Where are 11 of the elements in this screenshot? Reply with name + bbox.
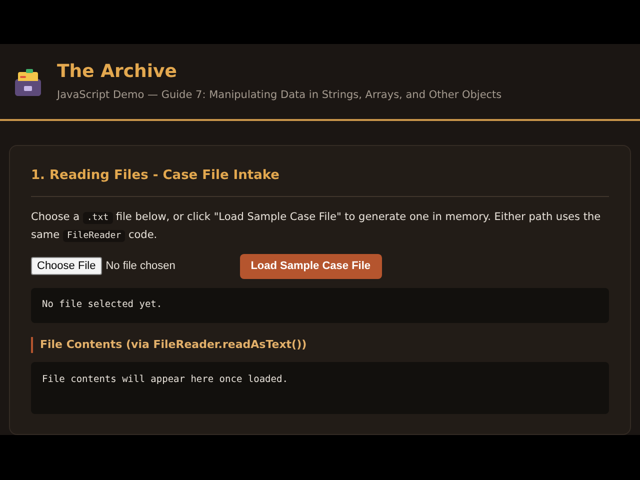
load-sample-button[interactable]: Load Sample Case File — [240, 254, 382, 278]
choose-file-button[interactable]: Choose File — [31, 257, 102, 275]
intro-paragraph: Choose a .txt file below, or click "Load Sample Case File" to generate one in memory. Either path uses the same FileReader code. — [31, 210, 602, 244]
section-title: 1. Reading Files - Case File Intake — [31, 166, 609, 196]
contents-output: File contents will appear here once loaded. — [31, 362, 609, 414]
file-status-text: No file chosen — [106, 258, 176, 274]
contents-heading: File Contents (via FileReader.readAsText()) — [31, 336, 609, 353]
archive-box-icon — [13, 66, 43, 96]
app-subtitle: JavaScript Demo — Guide 7: Manipulating Data in Strings, Arrays, and Other Objects — [57, 88, 502, 103]
app-title: The Archive — [57, 61, 178, 84]
status-output: No file selected yet. — [31, 288, 609, 322]
